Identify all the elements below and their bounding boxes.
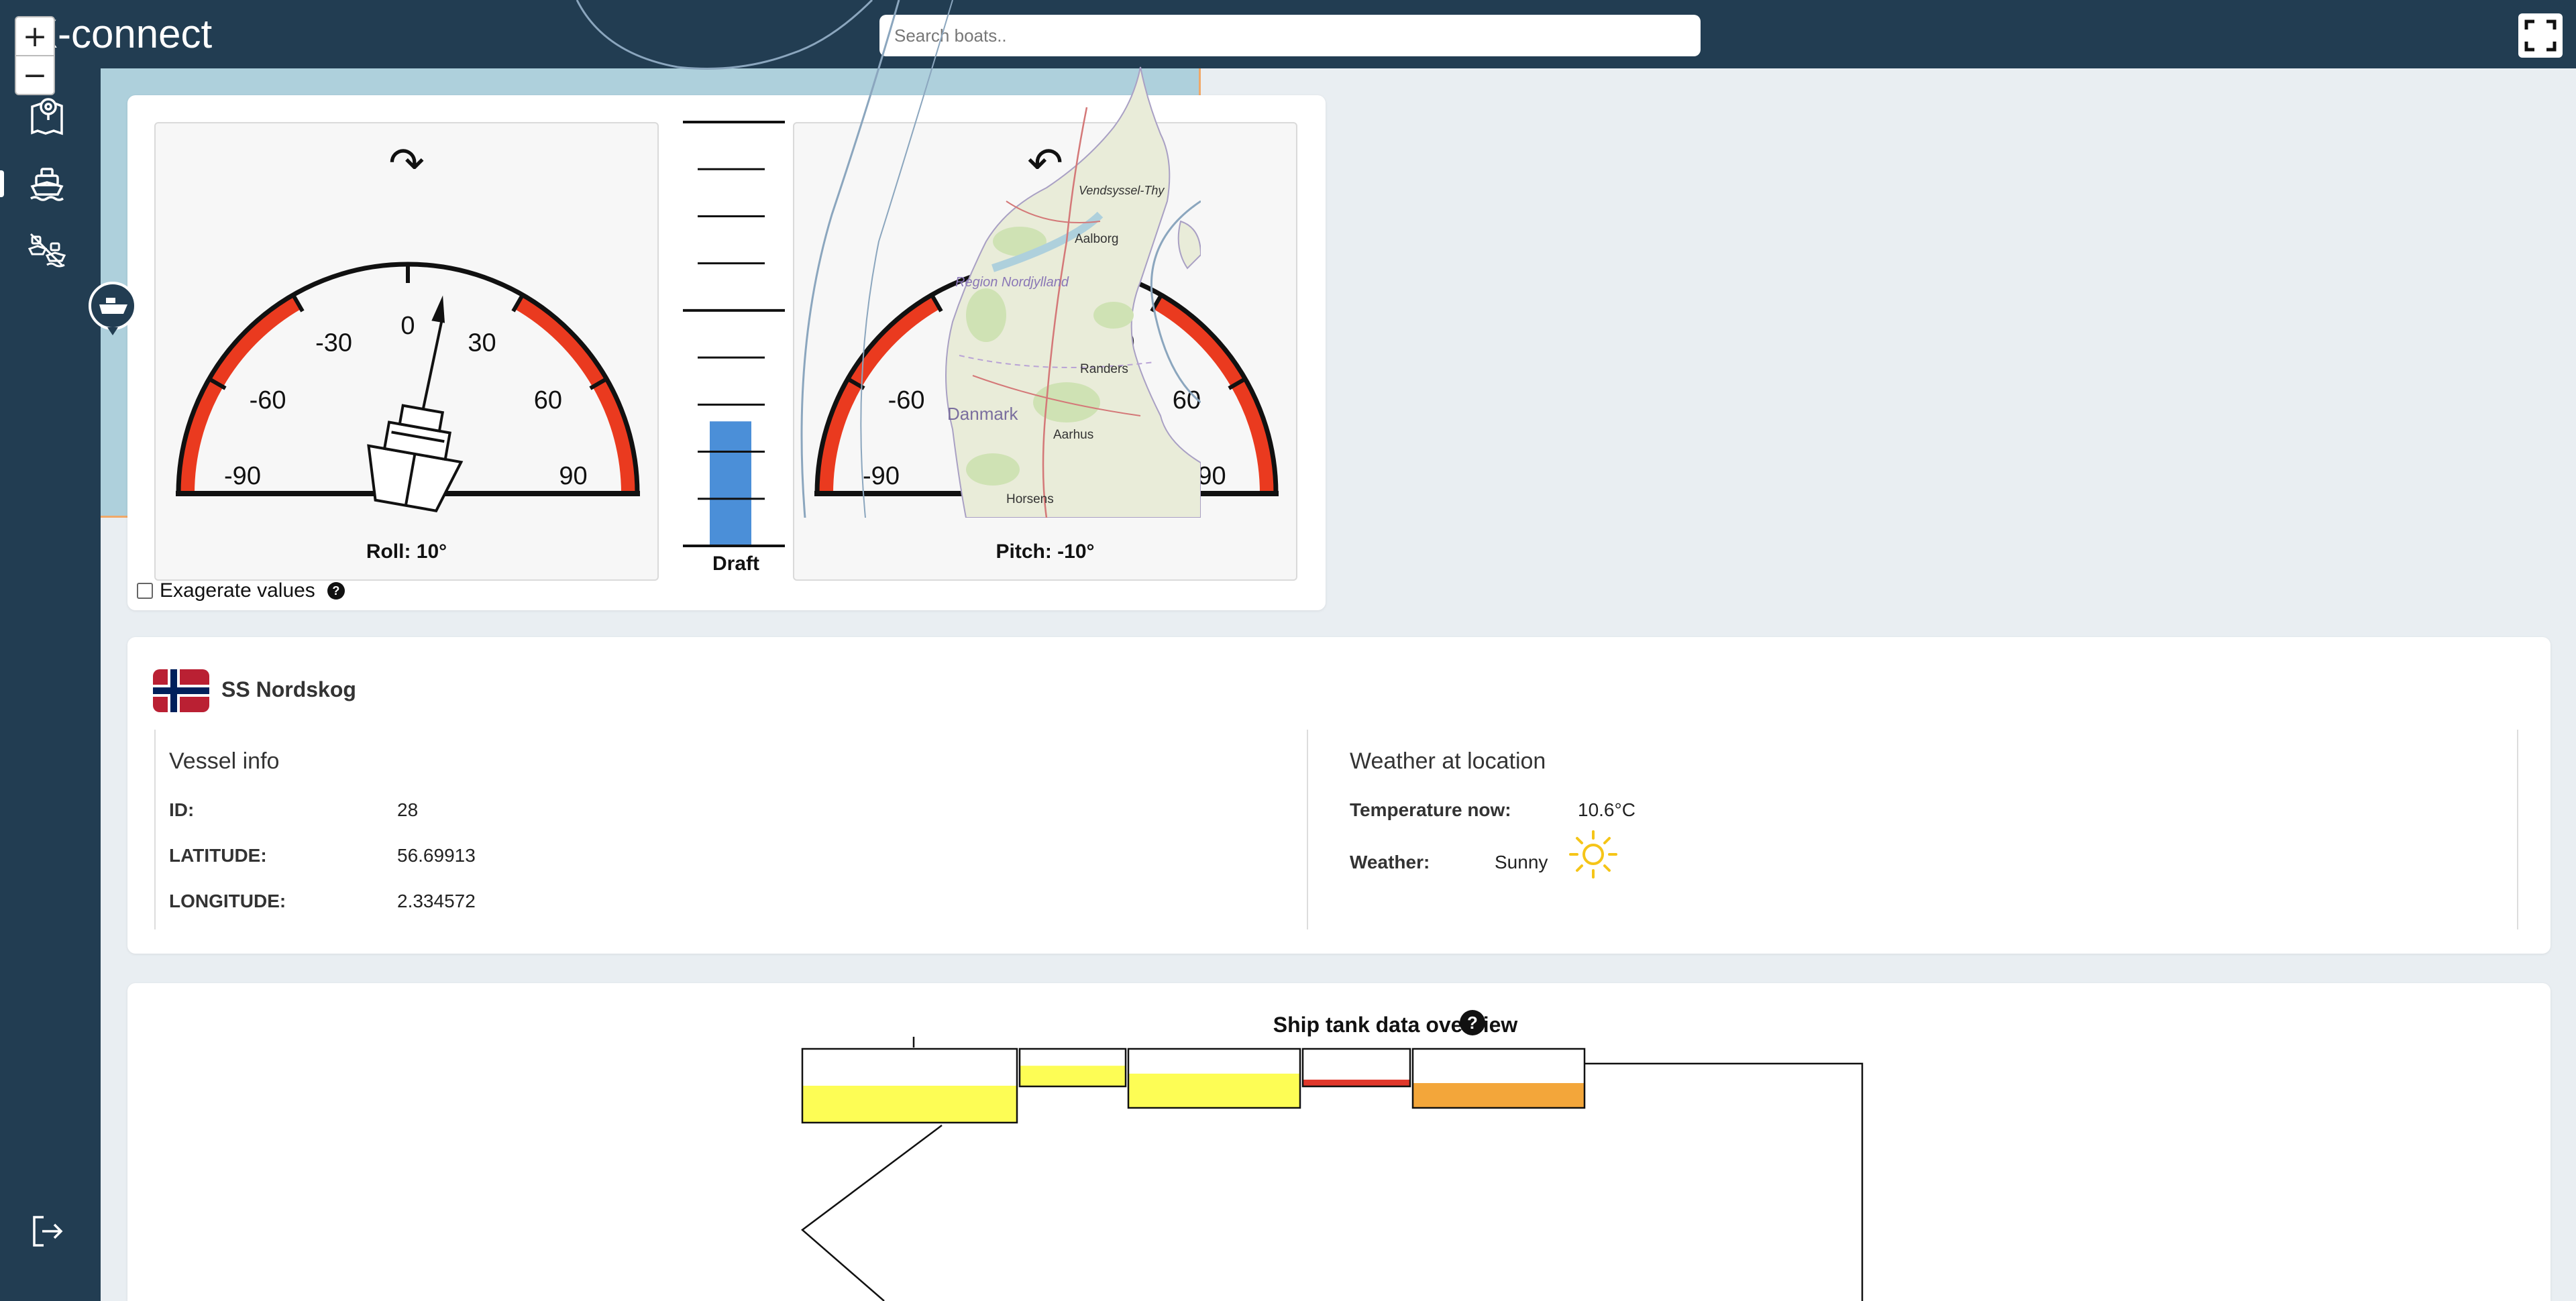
zoom-out-button[interactable]: −	[15, 55, 55, 95]
tank-fill	[1303, 1079, 1410, 1086]
map-label: Vendsyssel-Thy	[1079, 184, 1165, 197]
draft-label: Draft	[712, 553, 759, 575]
logout-icon	[33, 1216, 63, 1247]
map-view[interactable]: Vendsyssel-Thy Aalborg Region Nordjyllan…	[0, 0, 2563, 518]
temperature-row: Temperature now: 10.6°C	[1350, 799, 1635, 821]
vessel-info-row: ID: 28	[169, 799, 418, 821]
map-label: Aalborg	[1075, 232, 1119, 246]
weather-row: Weather: Sunny	[1350, 830, 1619, 880]
tank[interactable]	[801, 1048, 1018, 1124]
logout-button[interactable]	[24, 1208, 70, 1254]
vessel-info-key: LONGITUDE:	[169, 891, 286, 911]
tank-fill	[1020, 1066, 1126, 1086]
roll-label: Roll: 10°	[366, 541, 447, 563]
temperature-label: Temperature now:	[1350, 799, 1511, 820]
tank[interactable]	[1411, 1048, 1586, 1109]
boat-map-marker[interactable]	[89, 282, 137, 335]
help-icon[interactable]: ?	[327, 582, 345, 600]
map-label: Region Nordjylland	[955, 275, 1069, 290]
zoom-in-button[interactable]: +	[15, 16, 55, 56]
vessel-info-panel: SS Nordskog Vessel info ID: 28 LATITUDE:…	[127, 637, 2551, 954]
vessel-info-value: 56.69913	[397, 845, 476, 866]
weather-value: Sunny	[1495, 852, 1548, 872]
weather-title: Weather at location	[1350, 748, 1546, 774]
map-label: Horsens	[1006, 492, 1054, 506]
map-canvas[interactable]: Vendsyssel-Thy Aalborg Region Nordjyllan…	[0, 0, 1201, 518]
tank[interactable]	[1018, 1048, 1127, 1088]
hull-outline	[801, 1037, 1864, 1301]
exaggerate-checkbox[interactable]	[137, 583, 153, 599]
tank-diagram	[801, 1037, 1864, 1301]
tank-fill	[1413, 1083, 1585, 1108]
map-label: Randers	[1080, 362, 1128, 376]
vessel-info-title: Vessel info	[169, 748, 280, 774]
weather-label: Weather:	[1350, 852, 1430, 872]
temperature-value: 10.6°C	[1578, 799, 1635, 820]
weather-section: Weather at location Temperature now: 10.…	[1336, 730, 2518, 929]
tank-overview-panel: Ship tank data overview ?	[127, 983, 2551, 1301]
sun-icon	[1569, 830, 1618, 879]
vessel-info-key: ID:	[169, 799, 195, 820]
tank[interactable]	[1127, 1048, 1301, 1109]
tank[interactable]	[1301, 1048, 1411, 1088]
vessel-info-row: LONGITUDE: 2.334572	[169, 891, 476, 912]
map-label: Aarhus	[1053, 428, 1093, 442]
exaggerate-label: Exagerate values	[160, 579, 315, 602]
pitch-label: Pitch: -10°	[996, 541, 1095, 563]
exaggerate-values-toggle[interactable]: Exagerate values ?	[137, 579, 345, 602]
vessel-info-section: Vessel info ID: 28 LATITUDE: 56.69913 LO…	[154, 730, 1308, 929]
dial-tick-label: 90	[1197, 462, 1226, 490]
vessel-info-row: LATITUDE: 56.69913	[169, 845, 476, 866]
tank-fill	[1128, 1073, 1300, 1108]
vessel-info-value: 28	[397, 799, 419, 820]
vessel-name: SS Nordskog	[221, 677, 356, 701]
norway-flag-icon	[153, 669, 209, 712]
vessel-info-key: LATITUDE:	[169, 845, 267, 866]
tank-fill	[802, 1086, 1017, 1123]
map-label: Danmark	[947, 404, 1018, 424]
vessel-info-value: 2.334572	[397, 891, 476, 911]
